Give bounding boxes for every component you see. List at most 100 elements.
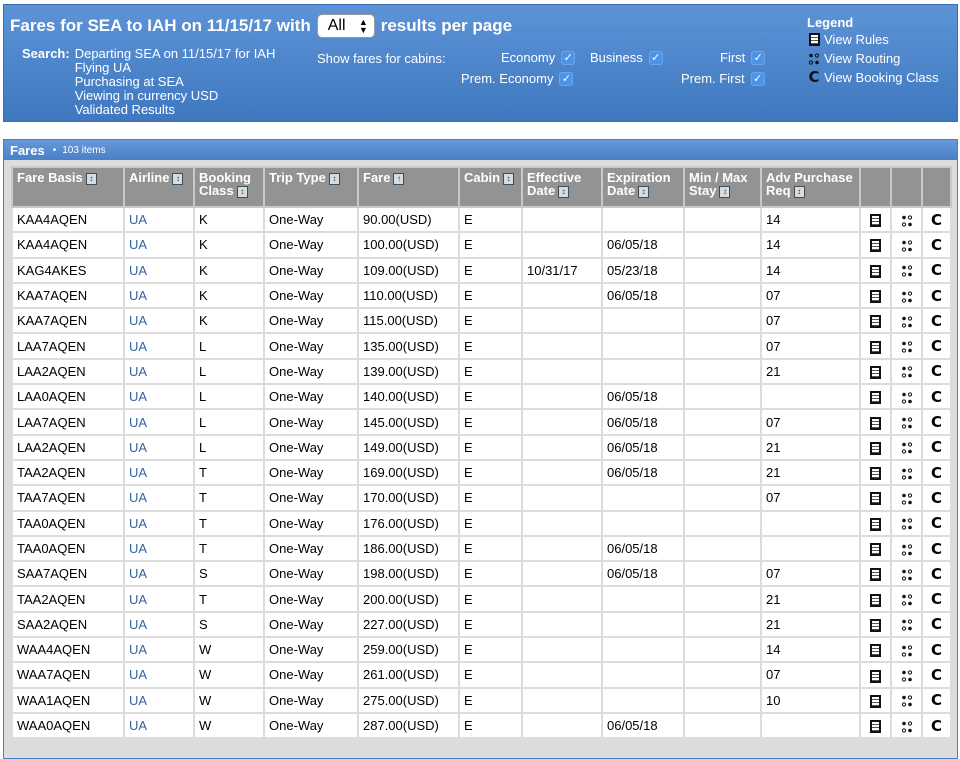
view-booking-class-button[interactable]: C [921,205,952,234]
view-routing-button[interactable] [890,231,923,259]
view-routing-button[interactable] [890,332,923,360]
airline-link[interactable]: UA [123,281,195,310]
view-rules-button[interactable] [859,534,892,563]
view-rules-button[interactable] [859,332,892,360]
view-booking-class-button[interactable]: C [921,560,952,588]
column-header-booking-class[interactable]: Booking Class ↕ [193,166,265,208]
view-routing-button[interactable] [890,307,923,335]
airline-link[interactable]: UA [123,307,195,335]
column-header-fare[interactable]: Fare ↑ [357,166,460,208]
column-header-effective-date[interactable]: Effective Date ↕ [521,166,603,208]
cabin-first[interactable]: First ✓ [720,50,766,65]
view-rules-button[interactable] [859,433,892,461]
column-header-fare-basis[interactable]: Fare Basis ↕ [11,166,125,208]
sort-toggle-icon[interactable]: ↕ [638,185,650,198]
view-rules-button[interactable] [859,509,892,537]
sort-ascending-icon[interactable]: ↑ [393,172,405,185]
cabin-first-checkbox[interactable]: ✓ [751,50,766,65]
view-rules-button[interactable] [859,281,892,310]
view-routing-button[interactable] [890,281,923,310]
view-rules-button[interactable] [859,231,892,259]
view-routing-button[interactable] [890,509,923,537]
airline-link[interactable]: UA [123,534,195,563]
view-booking-class-button[interactable]: C [921,433,952,461]
cabin-prem-economy[interactable]: Prem. Economy ✓ [461,71,574,86]
view-rules-button[interactable] [859,458,892,487]
airline-link[interactable]: UA [123,484,195,512]
view-booking-class-button[interactable]: C [921,610,952,639]
column-header-trip-type[interactable]: Trip Type ↕ [263,166,359,208]
results-per-page-select[interactable]: All ▲ ▼ [316,14,375,38]
sort-toggle-icon[interactable]: ↕ [328,172,340,185]
view-rules-button[interactable] [859,383,892,411]
view-routing-button[interactable] [890,560,923,588]
column-header-min-max-stay[interactable]: Min / Max Stay ↕ [683,166,762,208]
view-routing-button[interactable] [890,205,923,234]
airline-link[interactable]: UA [123,509,195,537]
view-routing-button[interactable] [890,686,923,714]
sort-toggle-icon[interactable]: ↕ [793,185,805,198]
airline-link[interactable]: UA [123,231,195,259]
view-booking-class-button[interactable]: C [921,636,952,664]
airline-link[interactable]: UA [123,458,195,487]
airline-link[interactable]: UA [123,711,195,740]
sort-toggle-icon[interactable]: ↕ [236,185,248,198]
view-booking-class-button[interactable]: C [921,307,952,335]
cabin-prem-first-checkbox[interactable]: ✓ [750,71,765,86]
view-rules-button[interactable] [859,560,892,588]
airline-link[interactable]: UA [123,256,195,284]
view-booking-class-button[interactable]: C [921,686,952,714]
cabin-business-checkbox[interactable]: ✓ [648,50,663,65]
view-booking-class-button[interactable]: C [921,534,952,563]
view-booking-class-button[interactable]: C [921,408,952,436]
view-booking-class-button[interactable]: C [921,661,952,689]
airline-link[interactable]: UA [123,383,195,411]
cabin-economy[interactable]: Economy ✓ [501,50,576,65]
airline-link[interactable]: UA [123,686,195,714]
cabin-prem-first[interactable]: Prem. First ✓ [681,71,765,86]
view-routing-button[interactable] [890,484,923,512]
view-rules-button[interactable] [859,610,892,639]
view-rules-button[interactable] [859,484,892,512]
view-rules-button[interactable] [859,661,892,689]
view-rules-button[interactable] [859,256,892,284]
sort-toggle-icon[interactable]: ↕ [503,172,515,185]
cabin-prem-economy-checkbox[interactable]: ✓ [559,71,574,86]
view-rules-button[interactable] [859,307,892,335]
view-routing-button[interactable] [890,458,923,487]
airline-link[interactable]: UA [123,205,195,234]
cabin-business[interactable]: Business ✓ [590,50,663,65]
view-booking-class-button[interactable]: C [921,281,952,310]
airline-link[interactable]: UA [123,332,195,360]
view-booking-class-button[interactable]: C [921,585,952,613]
view-routing-button[interactable] [890,661,923,689]
sort-toggle-icon[interactable]: ↕ [558,185,570,198]
airline-link[interactable]: UA [123,661,195,689]
airline-link[interactable]: UA [123,433,195,461]
view-rules-button[interactable] [859,686,892,714]
view-routing-button[interactable] [890,433,923,461]
airline-link[interactable]: UA [123,636,195,664]
sort-toggle-icon[interactable]: ↕ [719,185,731,198]
column-header-adv-purchase-req[interactable]: Adv Purchase Req ↕ [760,166,861,208]
view-rules-button[interactable] [859,408,892,436]
airline-link[interactable]: UA [123,560,195,588]
column-header-expiration-date[interactable]: Expiration Date ↕ [601,166,685,208]
view-rules-button[interactable] [859,636,892,664]
sort-toggle-icon[interactable]: ↕ [172,172,184,185]
view-routing-button[interactable] [890,711,923,740]
view-routing-button[interactable] [890,408,923,436]
airline-link[interactable]: UA [123,408,195,436]
view-routing-button[interactable] [890,636,923,664]
view-routing-button[interactable] [890,610,923,639]
view-booking-class-button[interactable]: C [921,256,952,284]
column-header-airline[interactable]: Airline ↕ [123,166,195,208]
sort-toggle-icon[interactable]: ↕ [85,172,97,185]
view-rules-button[interactable] [859,357,892,386]
airline-link[interactable]: UA [123,357,195,386]
view-booking-class-button[interactable]: C [921,383,952,411]
view-routing-button[interactable] [890,256,923,284]
view-routing-button[interactable] [890,534,923,563]
column-header-cabin[interactable]: Cabin ↕ [458,166,523,208]
view-routing-button[interactable] [890,585,923,613]
